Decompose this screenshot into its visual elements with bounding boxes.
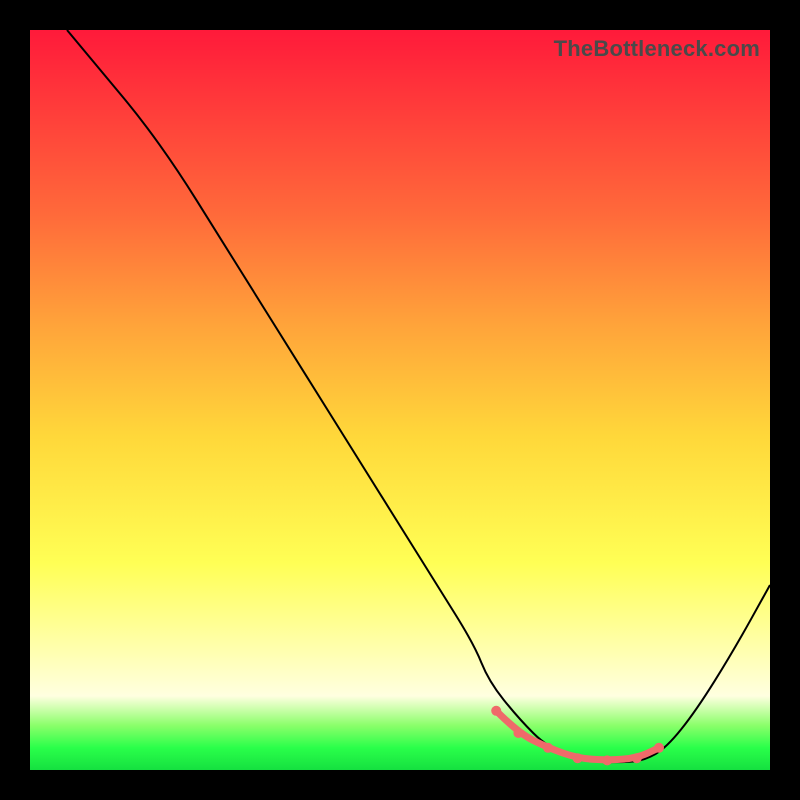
- optimal-dot: [543, 743, 553, 753]
- optimal-dot: [654, 743, 664, 753]
- curve-svg: [30, 30, 770, 770]
- chart-area: TheBottleneck.com: [30, 30, 770, 770]
- optimal-dot: [602, 755, 612, 765]
- optimal-dot: [491, 706, 501, 716]
- optimal-dot: [513, 728, 523, 738]
- optimal-dot: [632, 753, 642, 763]
- optimal-dot: [573, 753, 583, 763]
- bottleneck-curve: [67, 30, 770, 762]
